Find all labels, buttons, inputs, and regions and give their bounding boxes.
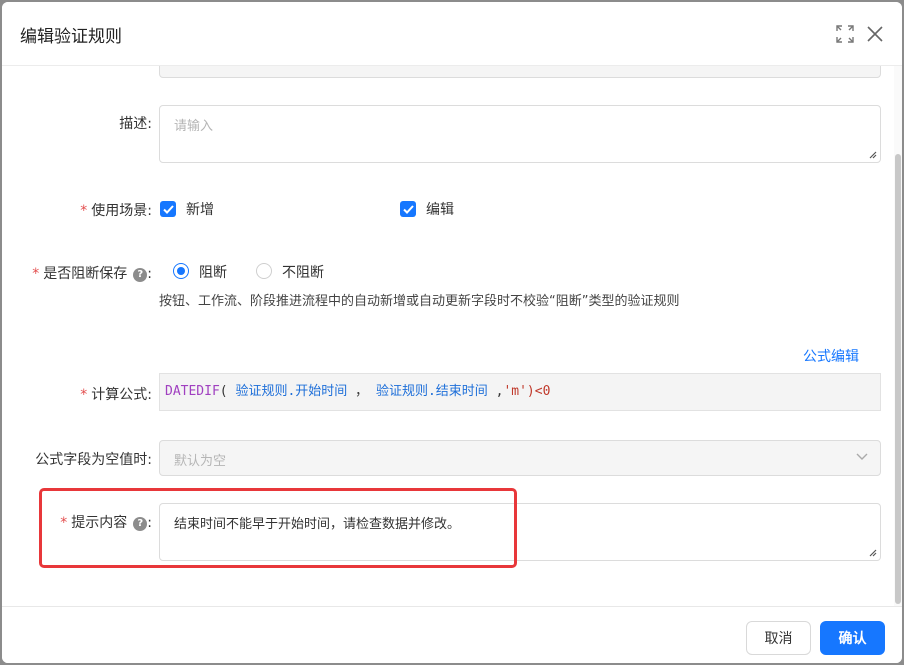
description-textarea[interactable]: 请输入 [159,105,881,163]
previous-field [159,66,881,78]
annotation-highlight-box [39,488,517,568]
help-icon[interactable]: ? [133,268,148,282]
formula-display: DATEDIF( 验证规则.开始时间 ， 验证规则.结束时间 ,'m')<0 [159,373,881,411]
radio-block-label: 阻断 [199,265,227,281]
edit-rule-dialog: 编辑验证规则 描述: 请输入 * 使用场景: 新增 编辑 * 是否阻断保存 ? … [2,2,902,663]
cancel-button[interactable]: 取消 [746,621,811,655]
checkbox-edit-label: 编辑 [426,202,454,218]
close-icon[interactable] [865,24,885,44]
scrollbar-thumb[interactable] [895,154,901,604]
formula-edit-link[interactable]: 公式编辑 [803,346,859,366]
chevron-down-icon [856,453,868,460]
fullscreen-icon[interactable] [835,24,855,44]
radio-block[interactable] [173,263,189,279]
description-placeholder: 请输入 [174,119,214,134]
checkbox-add-label: 新增 [186,202,214,218]
resize-handle-icon[interactable] [867,149,877,159]
resize-handle-icon[interactable] [867,547,877,557]
check-icon [162,204,174,214]
dialog-title: 编辑验证规则 [20,27,122,47]
scenario-label: * 使用场景: [80,203,152,219]
formula-label: * 计算公式: [80,387,152,403]
check-icon [402,204,414,214]
checkbox-add[interactable] [160,201,176,217]
description-label: 描述: [119,116,152,132]
dialog-footer: 取消 确认 [2,606,902,663]
checkbox-edit[interactable] [400,201,416,217]
null-value-label: 公式字段为空值时: [35,452,152,468]
radio-no-block[interactable] [256,263,272,279]
radio-no-block-label: 不阻断 [282,265,324,281]
dialog-header: 编辑验证规则 [2,2,902,66]
block-save-label: * 是否阻断保存?: [32,266,152,282]
confirm-button[interactable]: 确认 [820,621,885,655]
block-save-hint: 按钮、工作流、阶段推进流程中的自动新增或自动更新字段时不校验“阻断”类型的验证规… [159,294,680,309]
null-value-placeholder: 默认为空 [174,454,227,469]
null-value-select[interactable]: 默认为空 [159,440,881,476]
